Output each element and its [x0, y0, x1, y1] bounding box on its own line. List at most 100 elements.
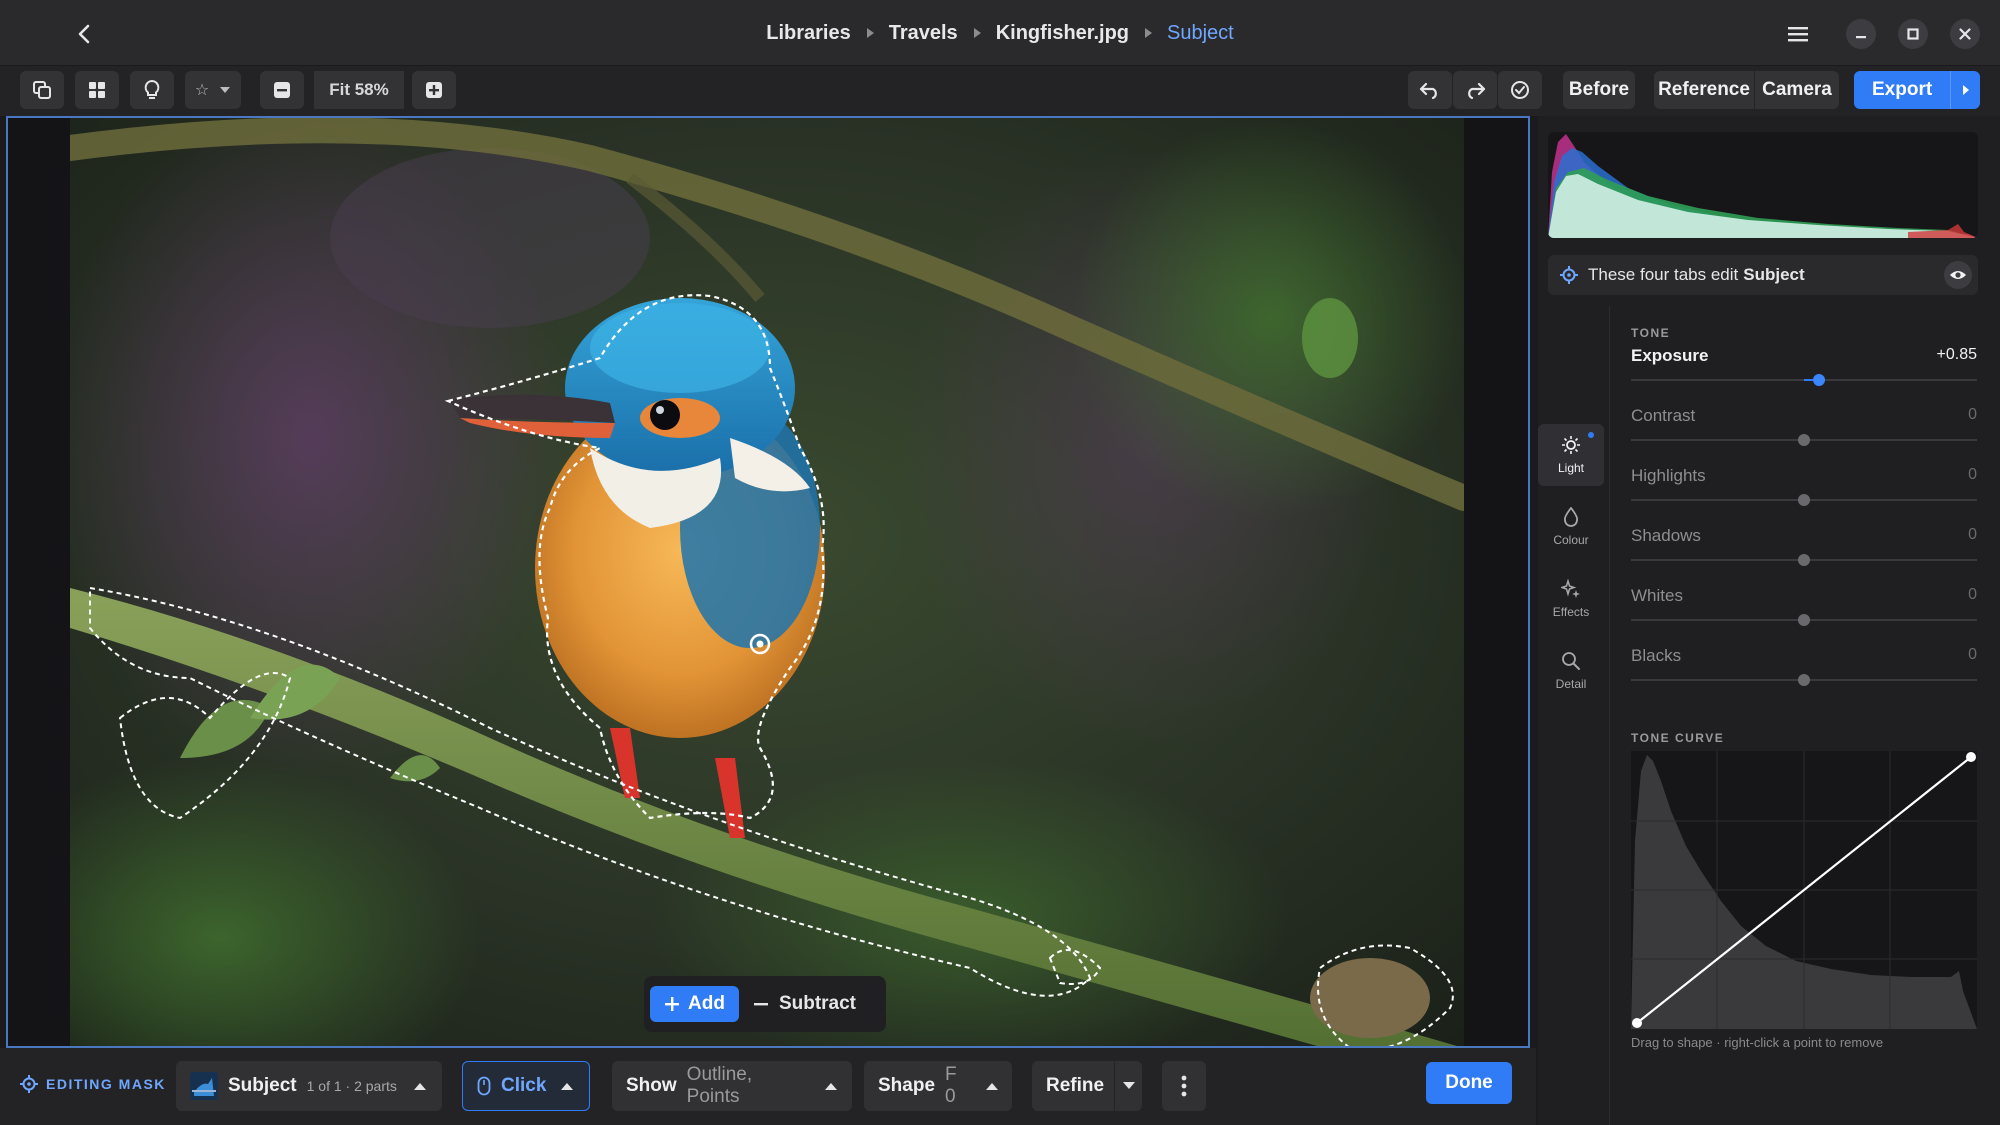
zoom-in-button[interactable] — [412, 71, 456, 109]
minus-icon — [753, 1003, 768, 1006]
compare-copy-button[interactable] — [20, 71, 64, 109]
tab-detail[interactable]: Detail — [1538, 640, 1604, 702]
slider-track[interactable] — [1631, 674, 1977, 686]
refine-label: Refine — [1046, 1075, 1105, 1096]
hamburger-menu-button[interactable] — [1778, 14, 1818, 54]
slider-value: 0 — [1968, 466, 1977, 483]
curve-point-white[interactable] — [1966, 752, 1976, 762]
slider-handle[interactable] — [1798, 494, 1810, 506]
before-button[interactable]: Before — [1563, 71, 1635, 109]
adjustment-tabs: Light Colour Effects Detail — [1538, 306, 1610, 1125]
shape-options-dropdown[interactable]: Shape F 0 — [864, 1061, 1012, 1111]
toolbar: ☆ Fit 58% Before Reference Camera Export — [0, 66, 2000, 116]
chevron-up-icon — [825, 1083, 838, 1090]
grid-icon — [89, 82, 105, 98]
caret-right-icon — [857, 27, 883, 39]
tab-label: Detail — [1555, 677, 1587, 691]
shape-value: F 0 — [945, 1064, 957, 1107]
slider-value: 0 — [1968, 526, 1977, 543]
show-value: Outline, Points — [686, 1064, 753, 1107]
window-controls — [1778, 14, 1980, 54]
slider-handle[interactable] — [1798, 434, 1810, 446]
export-button[interactable]: Export — [1854, 71, 1980, 109]
mask-toolbar: EDITING MASK Subject 1 of 1 · 2 parts Cl… — [0, 1048, 1536, 1125]
title-bar: Libraries Travels Kingfisher.jpg Subject — [0, 0, 2000, 66]
slider-track[interactable] — [1631, 494, 1977, 506]
slider-handle[interactable] — [1798, 614, 1810, 626]
camera-button[interactable]: Camera — [1755, 71, 1839, 109]
done-button[interactable]: Done — [1426, 1062, 1512, 1104]
tab-effects[interactable]: Effects — [1538, 568, 1604, 630]
photo-kingfisher — [70, 118, 1464, 1046]
tone-curve-graph — [1631, 751, 1977, 1029]
more-vertical-icon — [1181, 1075, 1187, 1097]
toggle-mask-visibility-button[interactable] — [1944, 261, 1972, 289]
breadcrumb-current: Subject — [1167, 21, 1234, 44]
slider-track[interactable] — [1631, 554, 1977, 566]
export-options-button[interactable] — [1950, 71, 1980, 109]
show-label: Show — [626, 1075, 677, 1096]
histogram — [1548, 132, 1978, 238]
tab-colour[interactable]: Colour — [1538, 496, 1604, 558]
histogram-graph — [1548, 134, 1978, 238]
tab-light[interactable]: Light — [1538, 424, 1604, 486]
plus-icon — [426, 82, 442, 98]
click-tool-button[interactable]: Click — [462, 1061, 590, 1111]
mask-note-target: Subject — [1743, 265, 1805, 284]
slider-handle[interactable] — [1812, 374, 1825, 386]
star-icon: ☆ — [194, 82, 210, 99]
slider-label: Contrast — [1631, 406, 1696, 425]
zoom-level[interactable]: Fit 58% — [314, 71, 404, 109]
show-options-dropdown[interactable]: Show Outline, Points — [612, 1061, 852, 1111]
chevron-up-icon — [561, 1083, 574, 1090]
mask-selector[interactable]: Subject 1 of 1 · 2 parts — [176, 1061, 442, 1111]
tab-label: Light — [1557, 461, 1585, 475]
add-mode-button[interactable]: Add — [650, 986, 739, 1022]
slider-handle[interactable] — [1798, 674, 1810, 686]
breadcrumb-file[interactable]: Kingfisher.jpg — [990, 22, 1135, 45]
slider-handle[interactable] — [1798, 554, 1810, 566]
suggestions-button[interactable] — [130, 71, 174, 109]
tone-curve-editor[interactable] — [1631, 751, 1977, 1029]
subject-thumbnail-icon — [190, 1072, 218, 1100]
redo-button[interactable] — [1453, 71, 1497, 109]
eye-icon — [1950, 271, 1966, 279]
slider-track[interactable] — [1631, 614, 1977, 626]
rating-dropdown[interactable]: ☆ — [185, 71, 241, 109]
subtract-mode-button[interactable]: Subtract — [739, 986, 870, 1022]
copy-icon — [33, 81, 51, 99]
subtract-label: Subtract — [778, 993, 857, 1014]
breadcrumb-travels[interactable]: Travels — [883, 22, 964, 45]
grid-view-button[interactable] — [75, 71, 119, 109]
mouse-icon — [477, 1076, 491, 1096]
modified-indicator — [1588, 432, 1594, 438]
minimize-icon — [1856, 36, 1866, 39]
breadcrumb: Libraries Travels Kingfisher.jpg Subject — [0, 0, 2000, 66]
slider-label: Shadows — [1631, 526, 1701, 545]
minimize-button[interactable] — [1846, 19, 1876, 49]
maximize-icon — [1907, 28, 1919, 40]
slider-blacks: Blacks 0 — [1631, 646, 1977, 694]
history-button[interactable] — [1498, 71, 1542, 109]
undo-button[interactable] — [1408, 71, 1452, 109]
tone-curve-hint: Drag to shape · right-click a point to r… — [1631, 1035, 1884, 1050]
add-label: Add — [688, 993, 725, 1014]
slider-value: +0.85 — [1936, 346, 1977, 363]
zoom-out-button[interactable] — [260, 71, 304, 109]
more-options-button[interactable] — [1162, 1061, 1206, 1111]
breadcrumb-libraries[interactable]: Libraries — [760, 22, 856, 45]
click-tool-label: Click — [501, 1075, 547, 1096]
close-button[interactable] — [1950, 19, 1980, 49]
refine-button[interactable]: Refine — [1032, 1061, 1142, 1111]
slider-whites: Whites 0 — [1631, 586, 1977, 634]
tone-section-label: TONE — [1631, 326, 1671, 340]
slider-track[interactable] — [1631, 434, 1977, 446]
refine-options-button[interactable] — [1114, 1061, 1142, 1111]
export-label: Export — [1872, 79, 1933, 100]
adjustments-panel: These four tabs edit Subject Light Colou… — [1538, 116, 2000, 1125]
slider-track[interactable] — [1631, 374, 1977, 386]
maximize-button[interactable] — [1898, 19, 1928, 49]
reference-button[interactable]: Reference — [1654, 71, 1754, 109]
curve-point-black[interactable] — [1632, 1018, 1642, 1028]
image-canvas[interactable] — [6, 116, 1530, 1048]
